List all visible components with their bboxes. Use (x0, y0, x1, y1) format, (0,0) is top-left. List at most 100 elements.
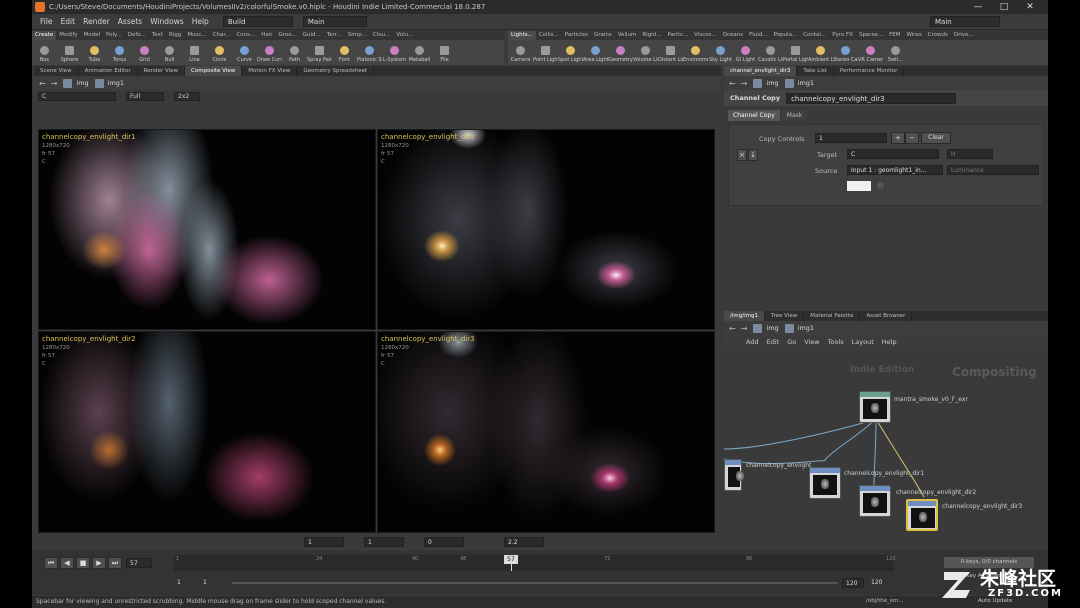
play-button[interactable]: ▶ (92, 557, 106, 569)
clear-button[interactable]: Clear (921, 132, 951, 144)
viewer-tab-scene-view[interactable]: Scene View (34, 66, 79, 76)
node-channelcopy-dir2[interactable] (859, 485, 891, 517)
tool-circle[interactable]: Circle (207, 46, 232, 64)
path-img[interactable]: img (63, 78, 89, 88)
tool-curve[interactable]: Curve (232, 46, 257, 64)
shelf-tab-char[interactable]: Char... (210, 31, 234, 40)
shelf-tab-fem[interactable]: FEM (886, 31, 903, 40)
range-end-field[interactable]: 120 (842, 578, 864, 588)
shelf-tab-simp[interactable]: Simp... (345, 31, 370, 40)
shelf-tab-oceans[interactable]: Oceans (720, 31, 746, 40)
param-back-icon[interactable]: ← (729, 79, 736, 88)
tool-box[interactable]: Box (32, 46, 57, 64)
tool-camera[interactable]: Camera (508, 46, 533, 64)
viewport-quad-3[interactable]: channelcopy_envlight_dir2 1280x720 fr 57… (38, 331, 376, 533)
viewport-quad-4[interactable]: channelcopy_envlight_dir3 1280x720 fr 57… (377, 331, 715, 533)
tab-param-node[interactable]: channel_envlight_dir3 (724, 66, 798, 76)
menu-render[interactable]: Render (83, 17, 110, 26)
node-channelcopy-dir3[interactable] (906, 499, 938, 531)
param-path-img[interactable]: img (753, 78, 779, 88)
shelf-tab-terr[interactable]: Terr... (324, 31, 345, 40)
net-menu-layout[interactable]: Layout (852, 338, 874, 346)
shelf-tab-pyro-fx[interactable]: Pyro FX (829, 31, 856, 40)
copy-controls-field[interactable]: 1 (815, 133, 887, 143)
node-channelcopy-dir1[interactable] (809, 467, 841, 499)
tool-draw-curve[interactable]: Draw Curve (257, 46, 282, 64)
tool-line[interactable]: Line (182, 46, 207, 64)
viewer-tab-render-view[interactable]: Render View (138, 66, 186, 76)
shelf-tab-groo[interactable]: Groo... (276, 31, 300, 40)
tool-vr-camera[interactable]: VR Camera (858, 46, 883, 64)
shelf-tab-partic[interactable]: Partic... (664, 31, 691, 40)
menu-windows[interactable]: Windows (150, 17, 183, 26)
tab-mask[interactable]: Mask (781, 110, 808, 121)
target-select[interactable]: C (847, 149, 939, 159)
tool-path[interactable]: Path (282, 46, 307, 64)
shelf-tab-grains[interactable]: Grains (591, 31, 615, 40)
shelf-tab-text[interactable]: Text (149, 31, 166, 40)
shelf-tab-musc[interactable]: Musc... (184, 31, 209, 40)
frame-marker[interactable]: 57 (504, 555, 518, 564)
tool-platonic-solids[interactable]: Platonic Solids (357, 46, 382, 64)
net-path-img1[interactable]: img1 (784, 323, 814, 333)
shelf-tab-rigid[interactable]: Rigid... (639, 31, 664, 40)
tab-take-list[interactable]: Take List (797, 66, 834, 76)
layout-select[interactable]: 2x2 (174, 92, 200, 101)
net-menu-help[interactable]: Help (882, 338, 897, 346)
shelf-tab-guid[interactable]: Guid... (300, 31, 324, 40)
desktop-select[interactable]: Build (222, 16, 293, 27)
copy-controls-add[interactable]: + (891, 132, 905, 144)
tool-ambient-light[interactable]: Ambient Light (808, 46, 833, 64)
viewer-field-2[interactable]: 1 (364, 537, 404, 547)
tool-swit[interactable]: Swit... (883, 46, 908, 64)
tool-file[interactable]: File (432, 46, 457, 64)
viewer-tab-geometry-spreadsheet[interactable]: Geometry Spreadsheet (297, 66, 375, 76)
viewer-tab-motion-fx-view[interactable]: Motion FX View (242, 66, 298, 76)
shelf-tab-contai[interactable]: Contai... (800, 31, 829, 40)
net-menu-view[interactable]: View (804, 338, 819, 346)
stop-button[interactable]: ■ (76, 557, 90, 569)
jump-end-button[interactable]: ⏭ (108, 557, 122, 569)
net-path-img[interactable]: img (753, 323, 779, 333)
net-menu-tools[interactable]: Tools (828, 338, 844, 346)
tool-sphere[interactable]: Sphere (57, 46, 82, 64)
tool-spot-light[interactable]: Spot Light (558, 46, 583, 64)
tool-distant-light[interactable]: Distant Light (658, 46, 683, 64)
tool-grid[interactable]: Grid (132, 46, 157, 64)
range-end2-field[interactable]: 120 (868, 578, 890, 588)
forward-arrow-icon[interactable]: → (51, 79, 58, 88)
shelf-tab-clou[interactable]: Clou... (370, 31, 393, 40)
obj-path-display[interactable]: /obj/the_sm... (866, 598, 903, 604)
tool-null[interactable]: Null (157, 46, 182, 64)
shelf-tab-modify[interactable]: Modify (56, 31, 80, 40)
current-frame-field[interactable]: 57 (126, 558, 152, 568)
net-menu-add[interactable]: Add (746, 338, 759, 346)
shelf-tab-rigg[interactable]: Rigg (166, 31, 184, 40)
gamma-field[interactable]: 2.2 (504, 537, 544, 547)
close-button[interactable]: ✕ (1020, 1, 1040, 13)
tab-asset-browser[interactable]: Asset Browser (860, 311, 913, 321)
viewer-field-1[interactable]: 1 (304, 537, 344, 547)
range-bar[interactable] (232, 582, 838, 584)
tool-tube[interactable]: Tube (82, 46, 107, 64)
tool-l-system[interactable]: L-System (382, 46, 407, 64)
multiparm-remove-icon[interactable]: × (737, 149, 747, 161)
shelf-tab-poly[interactable]: Poly... (103, 31, 125, 40)
menu-edit[interactable]: Edit (61, 17, 76, 26)
range-start2-field[interactable]: 1 (200, 578, 220, 588)
menu-assets[interactable]: Assets (118, 17, 142, 26)
shelf-tab-hair[interactable]: Hair (258, 31, 275, 40)
tab-performance-monitor[interactable]: Performance Monitor (834, 66, 905, 76)
viewer-tab-composite-view[interactable]: Composite View (185, 66, 243, 76)
tool-portal-light[interactable]: Portal Light (783, 46, 808, 64)
tool-point-light[interactable]: Point Light (533, 46, 558, 64)
param-forward-icon[interactable]: → (741, 79, 748, 88)
viewport-quad-2[interactable]: channelcopy_envlight_dir3 1280x720 fr 57… (377, 129, 715, 330)
net-forward-icon[interactable]: → (741, 324, 748, 333)
tool-caustic-light[interactable]: Caustic Light (758, 46, 783, 64)
color-swatch[interactable] (847, 181, 871, 191)
range-start-field[interactable]: 1 (174, 578, 194, 588)
tool-area-light[interactable]: Area Light (583, 46, 608, 64)
shelf-tab-drive[interactable]: Drive... (951, 31, 977, 40)
tool-stereo-camera[interactable]: Stereo Camera (833, 46, 858, 64)
